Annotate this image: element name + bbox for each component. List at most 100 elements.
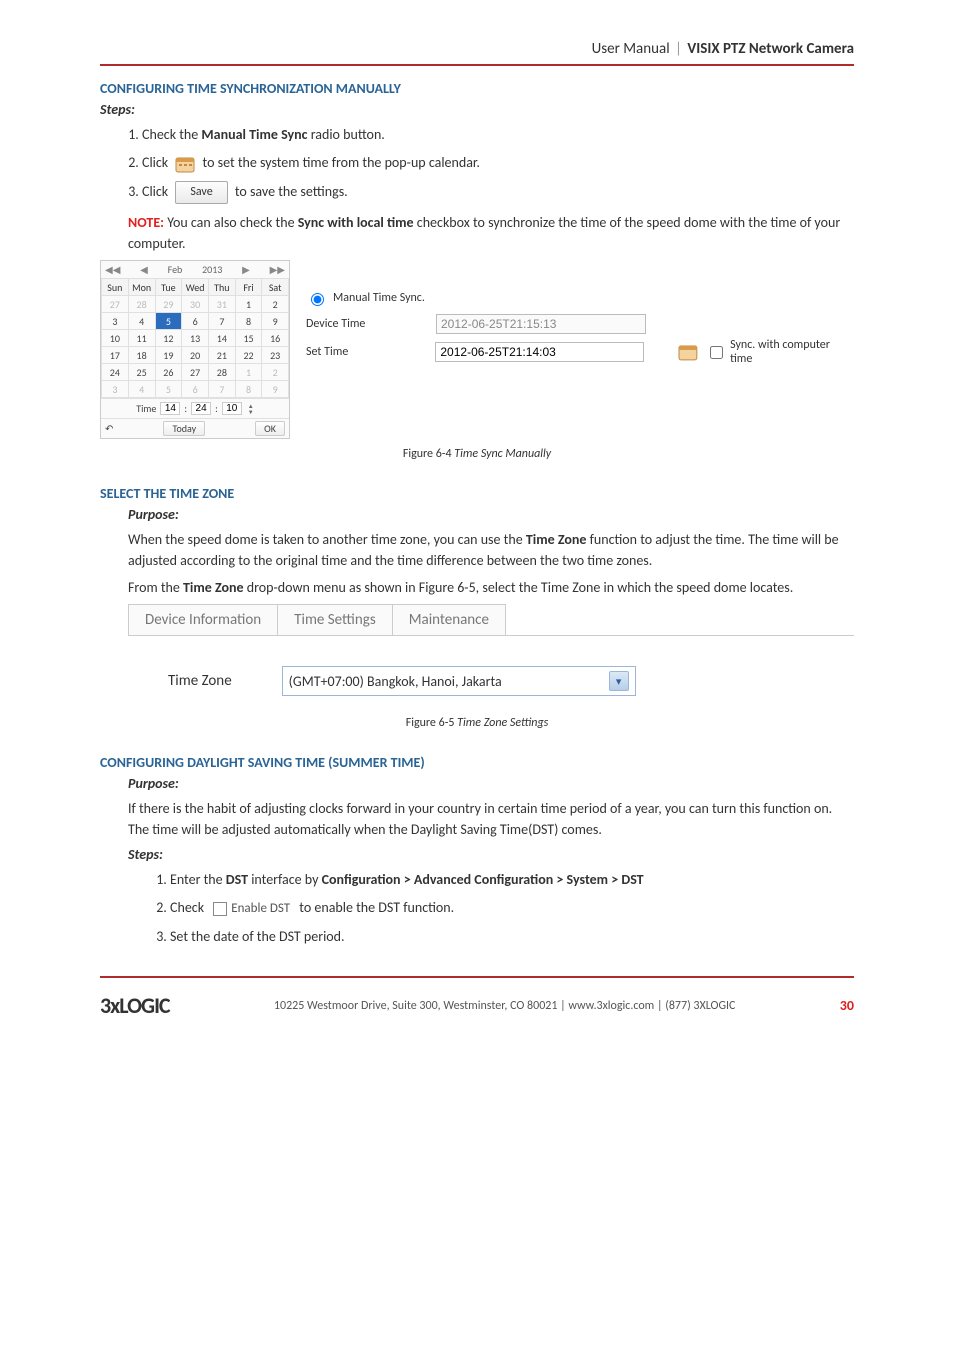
calendar-time-label: Time <box>136 402 156 415</box>
steps3-list: Enter the DST interface by Configuration… <box>152 869 854 948</box>
calendar-day[interactable]: 8 <box>235 313 262 330</box>
calendar-day[interactable]: 14 <box>209 330 236 347</box>
tab-time-settings[interactable]: Time Settings <box>277 604 393 635</box>
time-min-input[interactable] <box>191 402 211 415</box>
calendar-day[interactable]: 18 <box>128 347 155 364</box>
time-hour-input[interactable] <box>160 402 180 415</box>
dow-mon: Mon <box>128 279 155 296</box>
calendar-day[interactable]: 26 <box>155 364 182 381</box>
calendar-day[interactable]: 8 <box>235 381 262 398</box>
calendar-day[interactable]: 19 <box>155 347 182 364</box>
calendar-year[interactable]: 2013 <box>202 263 222 276</box>
step3-1: Enter the DST interface by Configuration… <box>170 869 854 891</box>
calendar-day[interactable]: 4 <box>128 313 155 330</box>
calendar-grid: Sun Mon Tue Wed Thu Fri Sat 27 28 29 30 … <box>101 278 289 398</box>
calendar-day[interactable]: 22 <box>235 347 262 364</box>
s2p1-b: Time Zone <box>526 531 587 548</box>
calendar-day[interactable]: 30 <box>182 296 209 313</box>
time-zone-select[interactable]: (GMT+07:00) Bangkok, Hanoi, Jakarta ▾ <box>282 666 636 696</box>
step1-text-b: Manual Time Sync <box>201 126 307 143</box>
calendar-day[interactable]: 28 <box>209 364 236 381</box>
sync-with-computer-checkbox[interactable] <box>710 346 723 359</box>
calendar-next-year[interactable]: ▶▶ <box>270 263 285 276</box>
calendar-row: 3 4 5 6 7 8 9 <box>102 313 289 330</box>
set-time-row: Set Time Sync. with computer time <box>306 338 854 366</box>
note-text-a: You can also check the <box>167 214 298 231</box>
page-footer: 3xLOGIC 10225 Westmoor Drive, Suite 300,… <box>100 976 854 1029</box>
section2-p1: When the speed dome is taken to another … <box>128 529 854 571</box>
calendar-row: 24 25 26 27 28 1 2 <box>102 364 289 381</box>
footer-logo: 3xLOGIC <box>100 992 170 1019</box>
enable-dst-checkbox[interactable] <box>213 902 227 916</box>
calendar-day[interactable]: 10 <box>102 330 129 347</box>
time-sec-input[interactable] <box>222 402 242 415</box>
time-spinner[interactable]: ▲▼ <box>248 403 254 415</box>
manual-time-sync-radio[interactable] <box>311 293 324 306</box>
s31d: Configuration > Advanced Configuration >… <box>322 871 644 888</box>
calendar-day[interactable]: 2 <box>262 296 289 313</box>
calendar-day[interactable]: 29 <box>155 296 182 313</box>
calendar-day[interactable]: 23 <box>262 347 289 364</box>
calendar-prev-month[interactable]: ◀ <box>140 263 148 276</box>
calendar-day[interactable]: 25 <box>128 364 155 381</box>
calendar-day[interactable]: 24 <box>102 364 129 381</box>
calendar-month[interactable]: Feb <box>168 263 183 276</box>
header-user-manual: User Manual <box>592 40 670 58</box>
tab-device-information[interactable]: Device Information <box>128 604 278 635</box>
calendar-dow-row: Sun Mon Tue Wed Thu Fri Sat <box>102 279 289 296</box>
calendar-day[interactable]: 11 <box>128 330 155 347</box>
step2-text-b: to set the system time from the pop-up c… <box>203 154 480 171</box>
calendar-day[interactable]: 3 <box>102 313 129 330</box>
calendar-day[interactable]: 2 <box>262 364 289 381</box>
calendar-day[interactable]: 27 <box>102 296 129 313</box>
calendar-popup[interactable]: ◀◀ ◀ Feb 2013 ▶ ▶▶ Sun Mon Tue Wed Thu F… <box>100 260 290 439</box>
calendar-icon[interactable] <box>678 343 698 361</box>
s2p2-c: drop-down menu as shown in Figure 6-5, s… <box>247 579 794 596</box>
calendar-day[interactable]: 6 <box>182 381 209 398</box>
calendar-day[interactable]: 16 <box>262 330 289 347</box>
calendar-day[interactable]: 12 <box>155 330 182 347</box>
calendar-header: ◀◀ ◀ Feb 2013 ▶ ▶▶ <box>101 261 289 278</box>
note-paragraph: NOTE: You can also check the Sync with l… <box>128 212 854 254</box>
enable-dst-group: Enable DST <box>213 899 290 920</box>
device-time-row: Device Time <box>306 314 854 334</box>
calendar-day[interactable]: 4 <box>128 381 155 398</box>
calendar-day[interactable]: 15 <box>235 330 262 347</box>
set-time-input[interactable] <box>435 342 644 362</box>
calendar-day-selected[interactable]: 5 <box>155 313 182 330</box>
section1-title: CONFIGURING TIME SYNCHRONIZATION MANUALL… <box>100 80 854 97</box>
calendar-prev-year[interactable]: ◀◀ <box>105 263 120 276</box>
sync-with-computer-group: Sync. with computer time <box>674 338 854 366</box>
calendar-day[interactable]: 13 <box>182 330 209 347</box>
calendar-day[interactable]: 9 <box>262 313 289 330</box>
chevron-down-icon[interactable]: ▾ <box>609 671 629 691</box>
dow-thu: Thu <box>209 279 236 296</box>
calendar-day[interactable]: 28 <box>128 296 155 313</box>
tab-maintenance[interactable]: Maintenance <box>392 604 506 635</box>
calendar-day[interactable]: 5 <box>155 381 182 398</box>
calendar-day[interactable]: 21 <box>209 347 236 364</box>
calendar-day[interactable]: 27 <box>182 364 209 381</box>
manual-time-sync-radio-row: Manual Time Sync. <box>306 290 854 306</box>
calendar-day[interactable]: 9 <box>262 381 289 398</box>
s32b: to enable the DST function. <box>299 899 454 916</box>
step1-text-c: radio button. <box>311 126 385 143</box>
ok-button[interactable]: OK <box>255 421 285 436</box>
step1-text-a: Check the <box>142 126 201 143</box>
figure-6-5-caption: Figure 6-5 Time Zone Settings <box>100 716 854 730</box>
calendar-day[interactable]: 3 <box>102 381 129 398</box>
calendar-day[interactable]: 20 <box>182 347 209 364</box>
calendar-day[interactable]: 1 <box>235 364 262 381</box>
time-zone-label: Time Zone <box>168 672 232 690</box>
calendar-day[interactable]: 17 <box>102 347 129 364</box>
calendar-day[interactable]: 31 <box>209 296 236 313</box>
today-button[interactable]: Today <box>163 421 205 436</box>
calendar-next-month[interactable]: ▶ <box>242 263 250 276</box>
calendar-day[interactable]: 1 <box>235 296 262 313</box>
calendar-back-icon[interactable]: ↶ <box>105 422 113 435</box>
calendar-day[interactable]: 7 <box>209 313 236 330</box>
calendar-day[interactable]: 6 <box>182 313 209 330</box>
calendar-day[interactable]: 7 <box>209 381 236 398</box>
set-time-label: Set Time <box>306 345 415 359</box>
save-button[interactable]: Save <box>175 181 227 204</box>
